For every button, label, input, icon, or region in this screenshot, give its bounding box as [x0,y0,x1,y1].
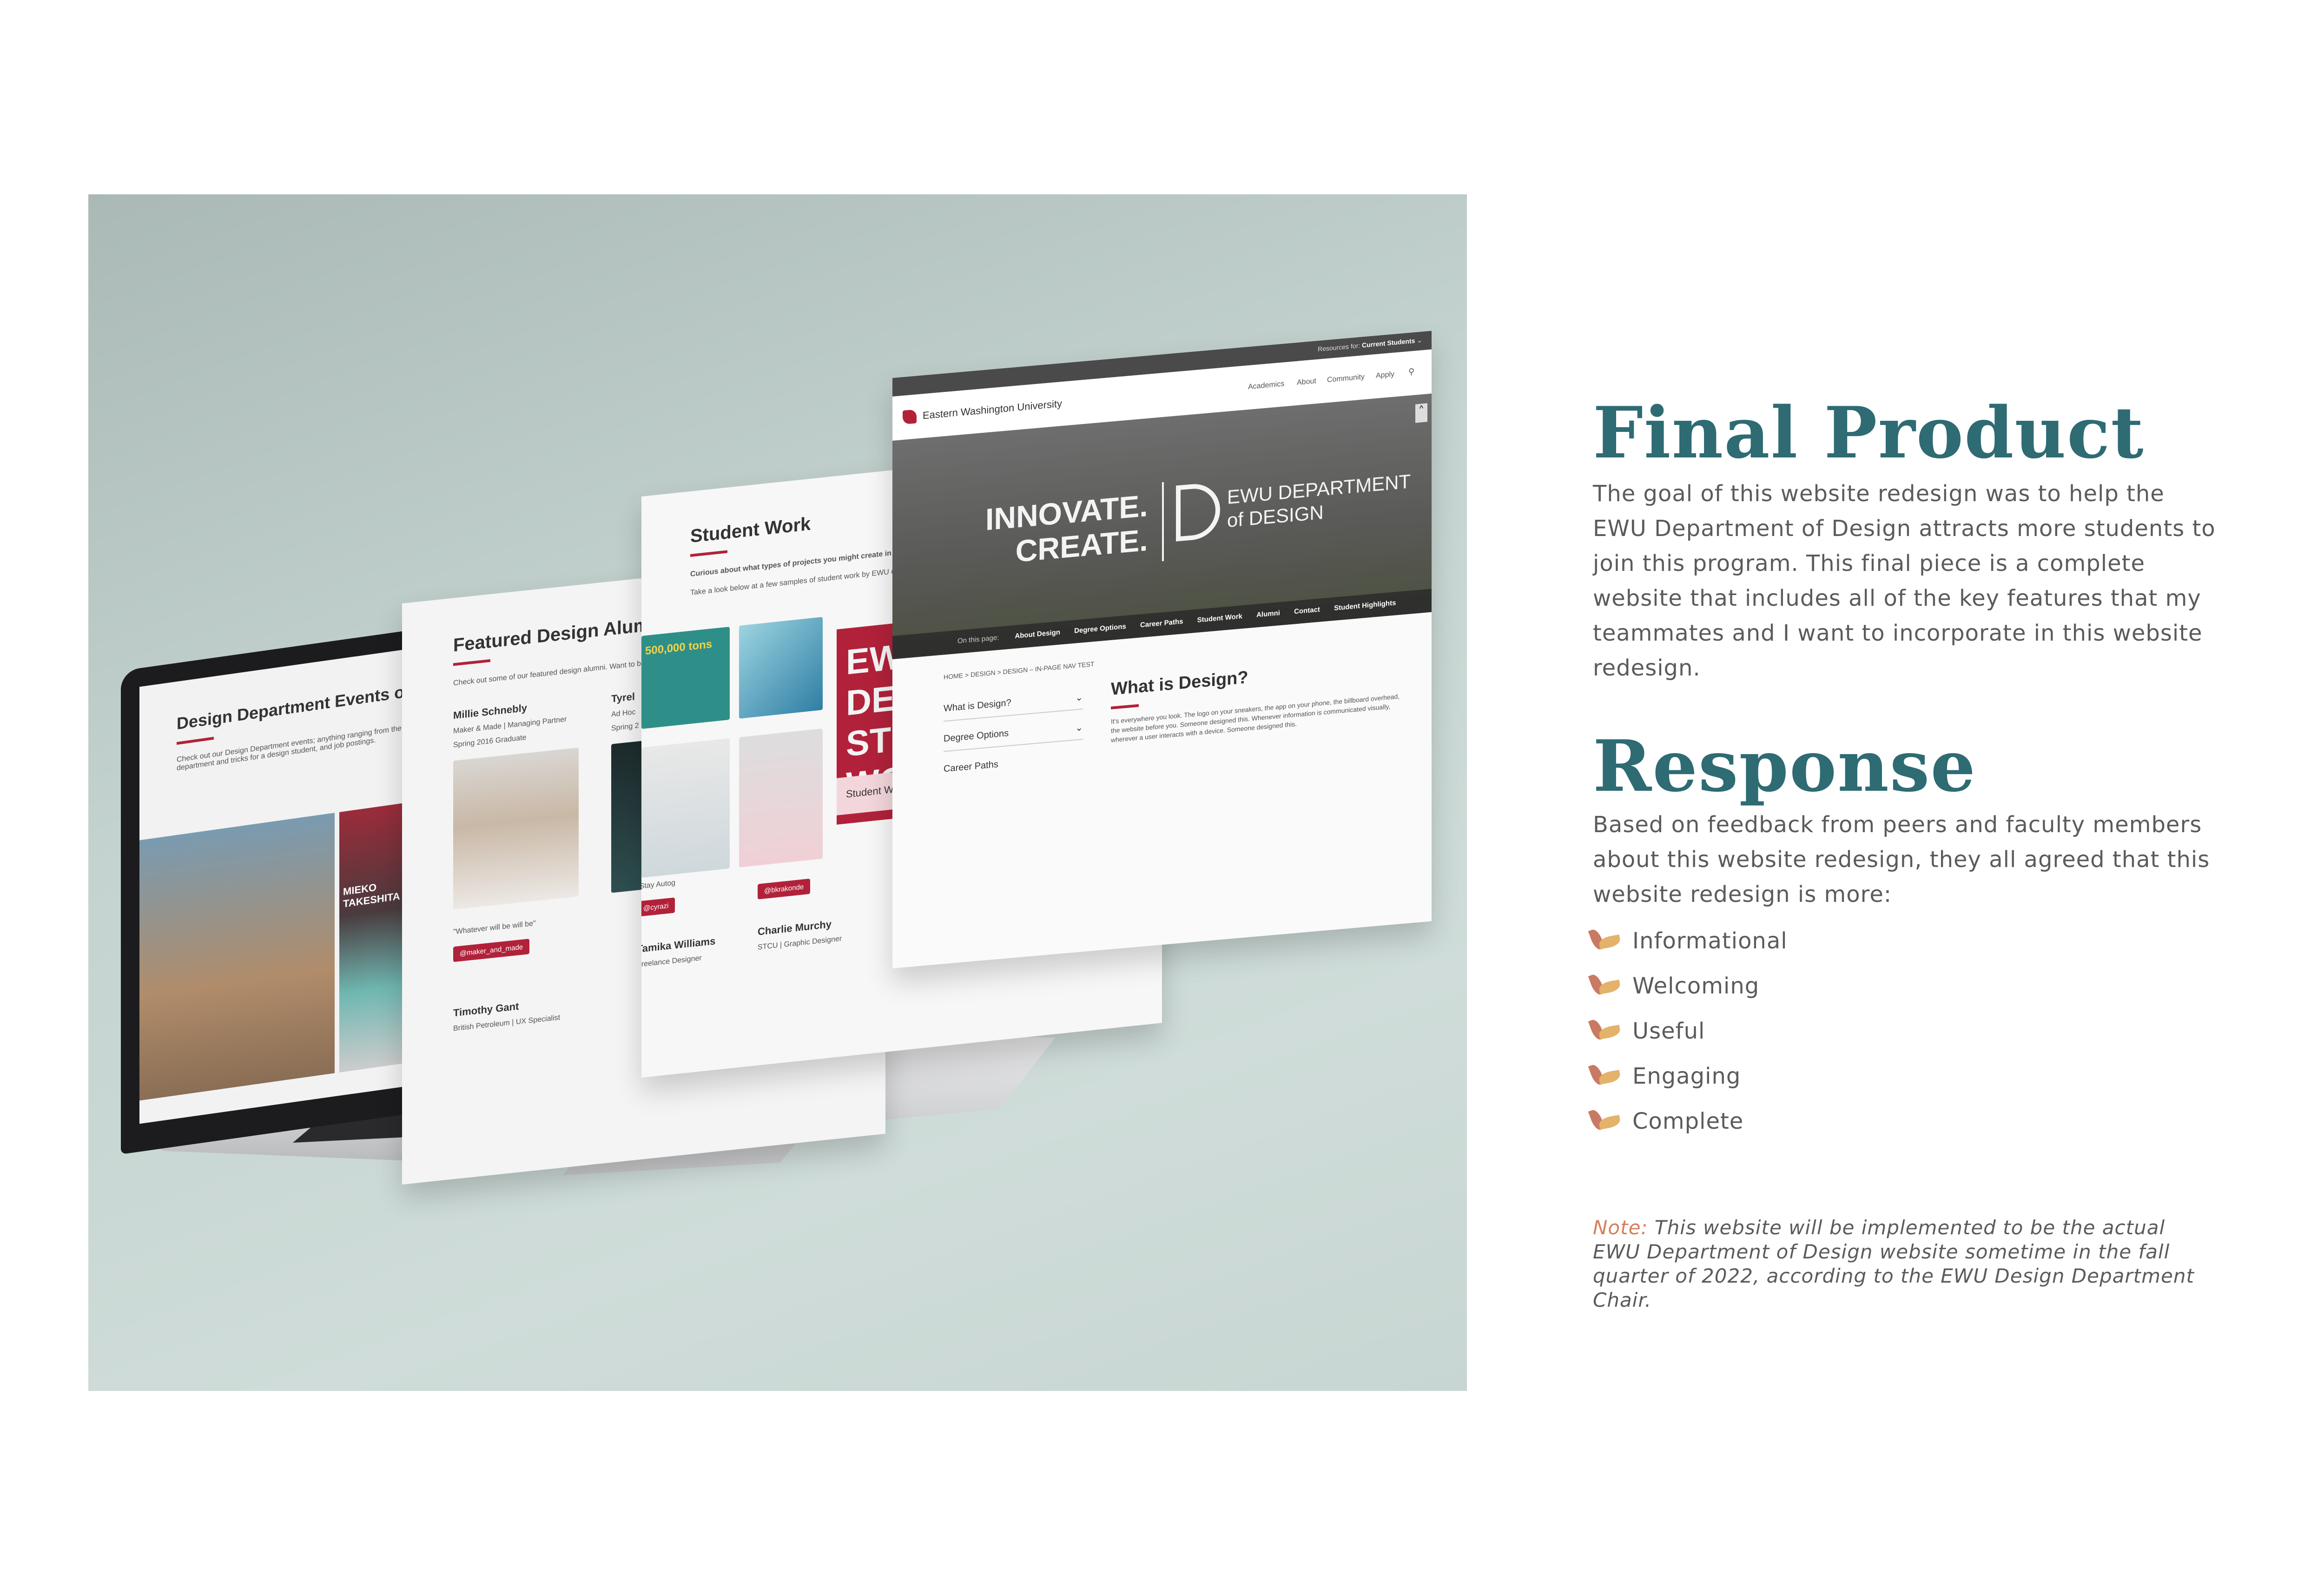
handle-text: @maker_and_made [460,943,523,958]
alumni-intro: Check out some of our featured design al… [453,659,645,688]
chevron-down-icon: ⌄ [1417,336,1422,344]
side-link-label: What is Design? [944,697,1011,714]
leaf-bullet-icon [1588,972,1622,1000]
response-heading: Response [1593,724,1977,808]
instagram-handle-link[interactable]: @bkrakonde [758,878,811,900]
handle-text: @bkrakonde [764,883,804,895]
nav-community[interactable]: Community [1327,373,1365,384]
list-item: Engaging [1588,1053,1788,1099]
subnav-career-paths[interactable]: Career Paths [1140,617,1183,629]
list-item-label: Engaging [1632,1063,1741,1089]
nav-academics[interactable]: Academics [1248,380,1284,391]
work-thumbnail [641,738,730,878]
event-poster-text: MIEKO TAKESHITA [343,881,400,910]
side-link-what-is-design[interactable]: What is Design? ⌄ [944,691,1083,722]
side-link-label: Career Paths [944,759,998,775]
subnav-degree-options[interactable]: Degree Options [1074,622,1126,635]
alumni-name: Tyrel [611,690,635,705]
note-paragraph: Note: This website will be implemented t… [1593,1216,2216,1312]
alumni-role: Ad Hoc [611,708,636,719]
section-title: What is Design? [1111,668,1248,699]
subnav-student-highlights[interactable]: Student Highlights [1334,599,1396,612]
designer-role: Freelance Designer [641,954,702,969]
list-item-label: Welcoming [1632,973,1760,999]
subnav-alumni[interactable]: Alumni [1256,609,1280,619]
event-poster: MIEKO TAKESHITA [339,802,409,1072]
note-text: This website will be implemented to be t… [1593,1216,2194,1311]
leaf-bullet-icon [1588,1107,1622,1135]
work-thumbnail: 500,000 tons [641,627,730,729]
chevron-down-icon: ⌄ [1075,722,1083,734]
list-item-label: Complete [1632,1108,1744,1134]
title-rule [690,550,727,557]
alumni-photo [453,748,579,910]
chevron-up-icon: ^ [1419,404,1424,413]
list-item: Welcoming [1588,963,1788,1008]
nav-apply[interactable]: Apply [1376,371,1394,381]
hero-divider [1162,482,1164,562]
events-page-title: Design Department Events on [177,681,415,734]
alumni-name: Millie Schnebly [453,702,527,722]
eagle-logo-icon [903,409,917,425]
designer-role: STCU | Graphic Designer [758,934,842,952]
side-link-career-paths[interactable]: Career Paths [944,752,1083,775]
search-icon[interactable]: ⚲ [1408,367,1414,377]
list-item: Useful [1588,1008,1788,1053]
university-name[interactable]: Eastern Washington University [923,397,1062,422]
design-d-logo-icon [1176,482,1220,542]
leaf-bullet-icon [1588,927,1622,955]
final-product-heading: Final Product [1593,391,2145,474]
event-photo [139,813,335,1101]
student-work-title: Student Work [690,513,811,547]
title-rule [1111,704,1139,709]
title-rule [453,659,490,666]
leaf-bullet-icon [1588,1062,1622,1090]
breadcrumb[interactable]: HOME > DESIGN > DESIGN – IN-PAGE NAV TES… [944,660,1094,681]
section-text: It's everywhere you look. The logo on yo… [1111,692,1400,744]
chevron-down-icon: ⌄ [1075,692,1083,703]
alumni-grad: Spring 2 [611,722,639,733]
alumni-grad: Spring 2016 Graduate [453,733,527,749]
subnav-student-work[interactable]: Student Work [1197,612,1242,624]
designer-name: Charlie Murchy [758,918,832,938]
scroll-top-button[interactable]: ^ [1415,403,1427,423]
response-list: Informational Welcoming Useful Engaging … [1588,918,1788,1144]
website-mockup-image: Design Department Events on Check out ou… [88,194,1467,1391]
instagram-handle-link[interactable]: @maker_and_made [453,939,530,962]
list-item: Complete [1588,1099,1788,1144]
dept-name: EWU DEPARTMENT of DESIGN [1227,470,1411,532]
resources-dropdown[interactable]: Current Students [1362,337,1415,349]
list-item-label: Informational [1632,927,1788,954]
alumni-name: Timothy Gant [453,1000,519,1019]
leaf-bullet-icon [1588,1017,1622,1045]
alumni-title: Featured Design Alumn [453,613,661,656]
side-link-degree-options[interactable]: Degree Options ⌄ [944,722,1083,752]
work-thumbnail [739,728,823,867]
title-rule [177,736,214,745]
designer-name: Tamika Williams [641,935,716,955]
poster-text: 500,000 tons [645,638,713,658]
list-item: Informational [1588,918,1788,963]
design-home-page-card: Resources for: Current Students ⌄ Easter… [892,331,1432,968]
hero-tagline: INNOVATE. CREATE. [985,488,1148,571]
on-this-page-label: On this page: [957,633,999,645]
resources-label: Resources for: [1318,341,1360,353]
alumni-quote: "Whatever will be will be" [453,919,536,936]
side-link-label: Degree Options [944,728,1009,744]
response-body: Based on feedback from peers and faculty… [1593,812,2210,907]
work-quote: "Stay Autog [641,879,676,891]
final-product-body: The goal of this website redesign was to… [1593,481,2216,681]
nav-about[interactable]: About [1297,377,1316,387]
list-item-label: Useful [1632,1018,1705,1044]
work-thumbnail [739,617,823,719]
subnav-about-design[interactable]: About Design [1015,628,1060,640]
note-label: Note: [1593,1216,1648,1239]
instagram-handle-link[interactable]: @cyrazi [641,897,675,917]
handle-text: @cyrazi [643,901,669,913]
subnav-contact[interactable]: Contact [1294,606,1320,616]
